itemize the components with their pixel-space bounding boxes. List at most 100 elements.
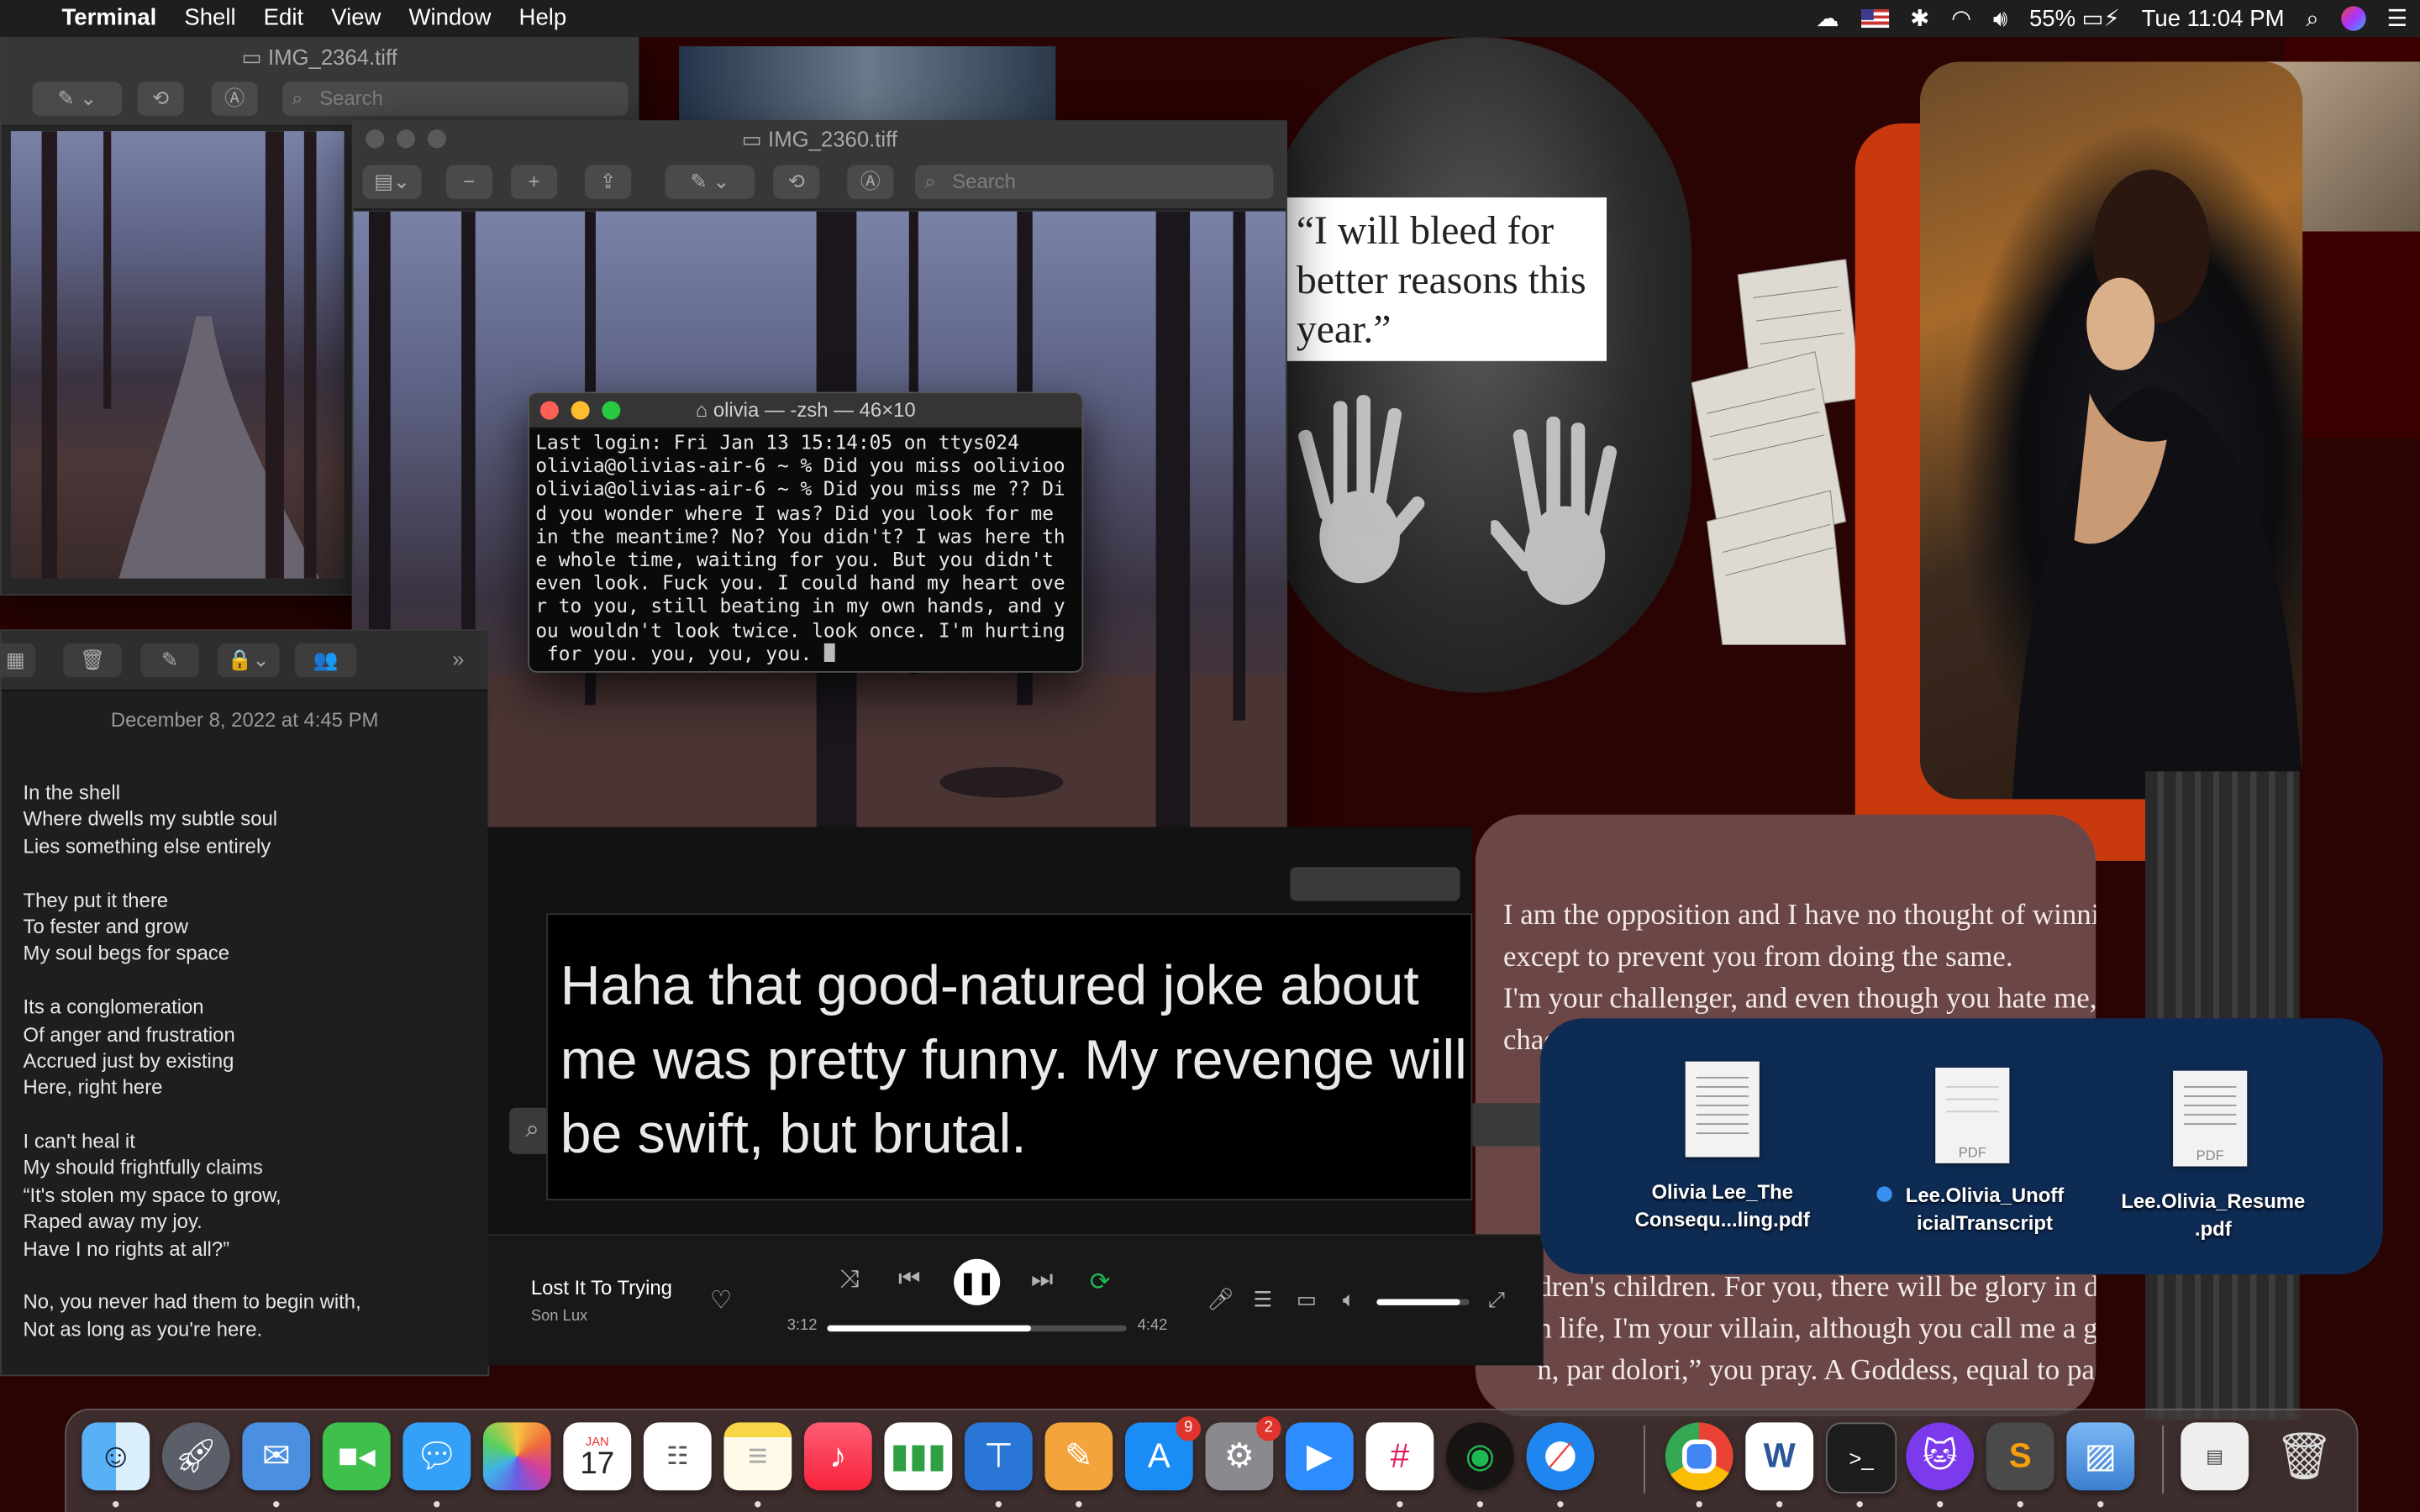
- heart-icon[interactable]: ♡: [710, 1285, 732, 1316]
- app-store-icon[interactable]: A9: [1124, 1416, 1201, 1491]
- rotate-button[interactable]: ⟲: [773, 165, 820, 199]
- connect-device-icon[interactable]: ▭: [1297, 1287, 1317, 1313]
- messages-icon[interactable]: 💬︎: [402, 1422, 471, 1491]
- input-source-flag-icon[interactable]: [1860, 9, 1889, 29]
- facetime-icon[interactable]: ■◂: [322, 1422, 391, 1491]
- shuffle-icon[interactable]: ⤨: [839, 1267, 860, 1294]
- text-cursor: [823, 643, 834, 662]
- markup-button[interactable]: ✎ ⌄: [665, 165, 755, 199]
- battery-percentage[interactable]: 55%: [2029, 5, 2075, 31]
- volume-fill: [1376, 1299, 1460, 1305]
- zoom-in-button[interactable]: +: [510, 165, 558, 199]
- keynote-icon[interactable]: ⊤: [964, 1422, 1033, 1491]
- music-icon[interactable]: ♪: [803, 1422, 872, 1491]
- queue-icon[interactable]: ☰: [1253, 1287, 1272, 1313]
- battery-charging-icon[interactable]: ▭⚡︎: [2081, 5, 2119, 32]
- track-title[interactable]: Lost It To Trying: [531, 1276, 672, 1299]
- menu-edit[interactable]: Edit: [250, 0, 318, 37]
- terminal-line: olivia@olivias-air-6 ~ % Did you miss oo…: [535, 454, 1065, 477]
- zoom-out-button[interactable]: −: [445, 165, 492, 199]
- background-photo-strip: [679, 46, 1056, 121]
- notes-icon[interactable]: ≡: [723, 1422, 792, 1491]
- sublime-text-icon[interactable]: S: [1986, 1422, 2054, 1491]
- terminal-line: olivia@olivias-air-6 ~ % Did you miss me…: [535, 477, 1065, 501]
- preview-icon[interactable]: ▨: [2066, 1422, 2135, 1491]
- spotlight-search-icon[interactable]: ⌕: [2306, 5, 2318, 31]
- control-center-icon[interactable]: ☰: [2387, 5, 2408, 32]
- numbers-icon[interactable]: ▮▮▮: [884, 1422, 953, 1491]
- siri-icon[interactable]: [2340, 6, 2365, 31]
- volume-icon[interactable]: 🔊︎: [1993, 5, 2007, 31]
- word-icon[interactable]: W: [1745, 1422, 1814, 1491]
- file-label[interactable]: Lee.Olivia_Resume .pdf: [2105, 1188, 2321, 1243]
- menu-app-name[interactable]: Terminal: [48, 0, 171, 37]
- menu-shell[interactable]: Shell: [171, 0, 250, 37]
- bluetooth-icon[interactable]: ✱: [1910, 5, 1929, 32]
- file-label[interactable]: Lee.Olivia_Unoff icialTranscript: [1849, 1182, 2120, 1237]
- terminal-line: e whole time, waiting for you. But you d…: [535, 548, 1054, 571]
- spotify-icon[interactable]: ◉: [1445, 1422, 1514, 1491]
- trash-icon[interactable]: 🗑︎: [2270, 1422, 2338, 1490]
- fullscreen-icon[interactable]: ⤢: [1488, 1287, 1506, 1313]
- reminders-icon[interactable]: ☷: [643, 1422, 712, 1491]
- volume-icon[interactable]: 🔈︎: [1343, 1287, 1355, 1313]
- share-button[interactable]: ⇪: [585, 165, 632, 199]
- tiff-file-icon: ▭: [741, 126, 769, 151]
- progress-bar[interactable]: [827, 1325, 1127, 1332]
- dock: ☺ 🚀︎ ✉ ■◂ 💬︎ JAN 17 ☷ ≡ ♪ ▮▮▮ ⊤ ✎ A9 ⚙ 2 ▶…: [65, 1408, 2359, 1512]
- sidebar-toggle-button[interactable]: ▤⌄: [362, 165, 422, 199]
- annotate-button[interactable]: Ⓐ: [847, 165, 894, 199]
- slack-icon[interactable]: #: [1365, 1422, 1434, 1491]
- search-icon: ⌕: [292, 86, 303, 110]
- next-track-icon[interactable]: ⏭: [1031, 1267, 1053, 1294]
- compose-icon[interactable]: ✎: [140, 643, 199, 678]
- lyrics-icon[interactable]: 🎤︎: [1207, 1287, 1234, 1313]
- search-input[interactable]: ⌕ Search: [282, 81, 629, 116]
- track-artist[interactable]: Son Lux: [531, 1309, 587, 1326]
- chrome-icon[interactable]: [1665, 1422, 1733, 1491]
- search-input[interactable]: ⌕ Search: [915, 165, 1274, 199]
- collaborate-icon[interactable]: 👥: [294, 643, 357, 678]
- spotify-search-field[interactable]: [1290, 867, 1460, 901]
- pdf-document-icon[interactable]: PDF: [1935, 1067, 2010, 1163]
- creative-cloud-icon[interactable]: ☁: [1816, 5, 1839, 32]
- photos-icon[interactable]: [482, 1422, 551, 1491]
- clock[interactable]: Tue 11:04 PM: [2142, 5, 2285, 31]
- zoom-icon[interactable]: ▶: [1285, 1422, 1354, 1491]
- trash-icon[interactable]: 🗑: [63, 643, 123, 678]
- system-preferences-icon[interactable]: ⚙ 2: [1205, 1416, 1281, 1491]
- repeat-icon[interactable]: ⟳: [1090, 1267, 1111, 1298]
- mail-icon[interactable]: ✉: [242, 1422, 311, 1491]
- terminal-window[interactable]: ⌂ olivia — -zsh — 46×10 Last login: Fri …: [528, 391, 1084, 673]
- terminal-output[interactable]: Last login: Fri Jan 13 15:14:05 on ttys0…: [535, 430, 1065, 664]
- finder-icon[interactable]: ☺: [82, 1422, 150, 1491]
- note-line: Not as long as you're here.: [23, 1317, 263, 1341]
- pause-button[interactable]: ❚❚: [954, 1258, 1001, 1305]
- pages-icon[interactable]: ✎: [1044, 1422, 1113, 1491]
- annotate-button[interactable]: Ⓐ: [211, 81, 258, 116]
- menu-help[interactable]: Help: [505, 0, 581, 37]
- chevron-more-icon[interactable]: »: [452, 647, 464, 671]
- volume-slider[interactable]: [1376, 1299, 1470, 1305]
- note-body[interactable]: In the shell Where dwells my subtle soul…: [24, 780, 361, 1343]
- dock-divider: [2162, 1425, 2165, 1494]
- file-label[interactable]: Olivia Lee_The Consequ...ling.pdf: [1602, 1179, 1843, 1234]
- poem-line: n, par dolori,” you pray. A Goddess, equ…: [1537, 1354, 2096, 1388]
- menu-window[interactable]: Window: [395, 0, 505, 37]
- previous-track-icon[interactable]: ⏮: [898, 1267, 920, 1294]
- calendar-icon[interactable]: JAN 17: [563, 1422, 632, 1491]
- downloads-stack-icon[interactable]: ▤: [2181, 1422, 2249, 1491]
- notes-window[interactable]: ▦ 🗑 ✎ 🔒⌄ 👥 » December 8, 2022 at 4:45 PM…: [0, 629, 490, 1377]
- launchpad-icon[interactable]: 🚀︎: [161, 1422, 230, 1491]
- pdf-document-icon[interactable]: [1685, 1061, 1760, 1158]
- menu-view[interactable]: View: [318, 0, 395, 37]
- rotate-button[interactable]: ⟲: [137, 81, 184, 116]
- gallery-view-button[interactable]: ▦: [0, 643, 36, 678]
- lock-icon[interactable]: 🔒⌄: [217, 643, 280, 678]
- wifi-icon[interactable]: ◠: [1951, 5, 1971, 32]
- github-desktop-icon[interactable]: 🐱︎: [1906, 1422, 1975, 1491]
- markup-button[interactable]: ✎ ⌄: [32, 81, 123, 116]
- pdf-document-icon[interactable]: PDF: [2173, 1070, 2248, 1167]
- terminal-icon[interactable]: >_: [1825, 1422, 1897, 1494]
- safari-icon[interactable]: ⟋: [1526, 1422, 1595, 1491]
